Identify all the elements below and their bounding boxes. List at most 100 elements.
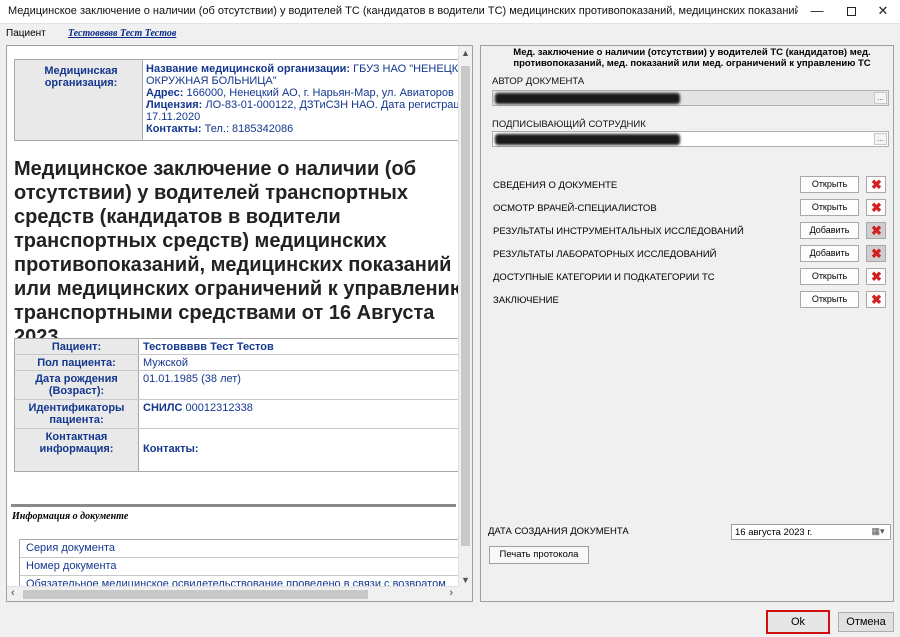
maximize-icon — [846, 7, 856, 16]
delete-button[interactable]: ✖ — [866, 268, 886, 285]
document-content: Медицинская организация: Название медици… — [7, 46, 459, 587]
docinfo-heading: Информация о документе — [12, 511, 129, 522]
delete-button[interactable]: ✖ — [866, 199, 886, 216]
creation-date-picker[interactable]: 16 августа 2023 г. ▦▾ — [731, 524, 891, 540]
pane-title: Мед. заключение о наличии (отсутствии) у… — [513, 47, 871, 69]
section-document-info: СВЕДЕНИЯ О ДОКУМЕНТЕ Открыть ✖ — [493, 176, 888, 196]
calendar-icon[interactable]: ▦▾ — [867, 526, 889, 538]
table-row: Контактная информация: Контакты: — [15, 429, 459, 471]
section-label: ОСМОТР ВРАЧЕЙ-СПЕЦИАЛИСТОВ — [493, 203, 657, 214]
org-info-table: Медицинская организация: Название медици… — [14, 59, 459, 141]
document-title: Медицинское заключение о наличии (об отс… — [14, 158, 459, 348]
table-row: Идентификаторы пациента: СНИЛС 000123123… — [15, 400, 459, 429]
signer-value-redacted — [495, 134, 680, 145]
scroll-down-icon[interactable]: ▼ — [461, 575, 470, 585]
birthdate-value: 01.01.1985 (38 лет) — [143, 373, 241, 385]
patient-label: Пациент — [6, 28, 46, 39]
list-item: Серия документа — [20, 540, 459, 558]
snils-value: 00012312338 — [185, 402, 253, 414]
org-label: Медицинская организация: — [44, 65, 118, 89]
add-button[interactable]: Добавить — [800, 245, 859, 262]
open-button[interactable]: Открыть — [800, 268, 859, 285]
ok-button[interactable]: Ok — [766, 610, 830, 634]
birthdate-key: Дата рождения (Возраст): — [15, 371, 139, 399]
org-address-label: Адрес: — [146, 87, 184, 99]
horizontal-scroll-thumb[interactable] — [23, 590, 368, 599]
delete-icon: ✖ — [871, 292, 882, 307]
delete-icon: ✖ — [871, 200, 882, 215]
section-label: РЕЗУЛЬТАТЫ ИНСТРУМЕНТАЛЬНЫХ ИССЛЕДОВАНИЙ — [493, 226, 744, 237]
list-item: Номер документа — [20, 558, 459, 576]
snils-label: СНИЛС — [143, 402, 183, 414]
close-button[interactable]: ✕ — [866, 0, 900, 24]
org-address-value: 166000, Ненецкий АО, г. Нарьян-Мар, ул. … — [186, 87, 454, 99]
author-field[interactable]: ... — [492, 90, 889, 106]
window-titlebar: Медицинское заключение о наличии (об отс… — [0, 0, 900, 24]
maximize-button[interactable] — [834, 0, 868, 24]
open-button[interactable]: Открыть — [800, 199, 859, 216]
sex-key: Пол пациента: — [15, 355, 139, 370]
author-value-redacted — [495, 93, 680, 104]
delete-button: ✖ — [866, 222, 886, 239]
print-protocol-button[interactable]: Печать протокола — [489, 546, 589, 564]
sex-value: Мужской — [143, 357, 188, 369]
minimize-button[interactable]: — — [800, 0, 834, 24]
org-details-cell: Название медицинской организации: ГБУЗ Н… — [146, 63, 459, 135]
identifiers-key: Идентификаторы пациента: — [15, 400, 139, 428]
org-label-cell: Медицинская организация: — [15, 60, 143, 140]
section-laboratory: РЕЗУЛЬТАТЫ ЛАБОРАТОРНЫХ ИССЛЕДОВАНИЙ Доб… — [493, 245, 888, 265]
delete-icon: ✖ — [871, 246, 882, 261]
minimize-icon: — — [810, 3, 824, 18]
author-browse-button[interactable]: ... — [874, 92, 887, 104]
section-instrumental: РЕЗУЛЬТАТЫ ИНСТРУМЕНТАЛЬНЫХ ИССЛЕДОВАНИЙ… — [493, 222, 888, 242]
scroll-corner — [458, 586, 472, 601]
document-properties-pane: Мед. заключение о наличии (отсутствии) у… — [480, 45, 894, 602]
contact-value: Контакты: — [143, 443, 199, 455]
section-label: ДОСТУПНЫЕ КАТЕГОРИИ И ПОДКАТЕГОРИИ ТС — [493, 272, 715, 283]
section-label: СВЕДЕНИЯ О ДОКУМЕНТЕ — [493, 180, 618, 191]
section-conclusion: ЗАКЛЮЧЕНИЕ Открыть ✖ — [493, 291, 888, 311]
creation-date-label: ДАТА СОЗДАНИЯ ДОКУМЕНТА — [488, 526, 629, 537]
scroll-up-icon[interactable]: ▲ — [461, 48, 470, 58]
creation-date-value: 16 августа 2023 г. — [735, 527, 813, 538]
table-row: Пациент: Тестоввввв Тест Тестов — [15, 339, 459, 355]
close-icon: ✕ — [877, 3, 889, 18]
delete-icon: ✖ — [871, 177, 882, 192]
section-label: РЕЗУЛЬТАТЫ ЛАБОРАТОРНЫХ ИССЛЕДОВАНИЙ — [493, 249, 717, 260]
delete-button: ✖ — [866, 245, 886, 262]
delete-icon: ✖ — [871, 269, 882, 284]
document-preview-pane[interactable]: Медицинская организация: Название медици… — [6, 45, 473, 602]
scroll-right-icon[interactable]: › — [449, 587, 453, 599]
signer-label: ПОДПИСЫВАЮЩИЙ СОТРУДНИК — [492, 119, 646, 130]
contact-key: Контактная информация: — [15, 429, 139, 471]
patient-link[interactable]: Тестоввввв Тест Тестов — [68, 28, 176, 39]
signer-field[interactable]: ... — [492, 131, 889, 147]
org-license-value: ЛО-83-01-000122, ДЗТиСЗН НАО. Дата регис… — [205, 99, 459, 111]
section-label: ЗАКЛЮЧЕНИЕ — [493, 295, 559, 306]
add-button[interactable]: Добавить — [800, 222, 859, 239]
delete-button[interactable]: ✖ — [866, 176, 886, 193]
section-categories: ДОСТУПНЫЕ КАТЕГОРИИ И ПОДКАТЕГОРИИ ТС От… — [493, 268, 888, 288]
org-license-date: 17.11.2020 — [146, 111, 201, 123]
delete-button[interactable]: ✖ — [866, 291, 886, 308]
org-license-label: Лицензия: — [146, 99, 203, 111]
cancel-button[interactable]: Отмена — [838, 612, 894, 632]
separator — [11, 504, 456, 507]
scroll-left-icon[interactable]: ‹ — [11, 587, 15, 599]
horizontal-scrollbar[interactable]: ‹ › — [7, 586, 459, 601]
vertical-scrollbar[interactable]: ▲ ▼ — [458, 46, 472, 587]
author-label: АВТОР ДОКУМЕНТА — [492, 76, 585, 87]
vertical-scroll-thumb[interactable] — [461, 66, 470, 546]
patient-bar: Пациент Тестоввввв Тест Тестов — [0, 25, 900, 43]
patient-key: Пациент: — [15, 339, 139, 354]
docinfo-list: Серия документа Номер документа Обязател… — [19, 539, 459, 587]
open-button[interactable]: Открыть — [800, 291, 859, 308]
table-row: Дата рождения (Возраст): 01.01.1985 (38 … — [15, 371, 459, 400]
open-button[interactable]: Открыть — [800, 176, 859, 193]
patient-info-table: Пациент: Тестоввввв Тест Тестов Пол паци… — [14, 338, 459, 472]
table-row: Пол пациента: Мужской — [15, 355, 459, 371]
signer-browse-button[interactable]: ... — [874, 133, 887, 145]
org-name-label: Название медицинской организации: — [146, 63, 351, 75]
patient-value: Тестоввввв Тест Тестов — [143, 341, 274, 353]
section-specialists: ОСМОТР ВРАЧЕЙ-СПЕЦИАЛИСТОВ Открыть ✖ — [493, 199, 888, 219]
